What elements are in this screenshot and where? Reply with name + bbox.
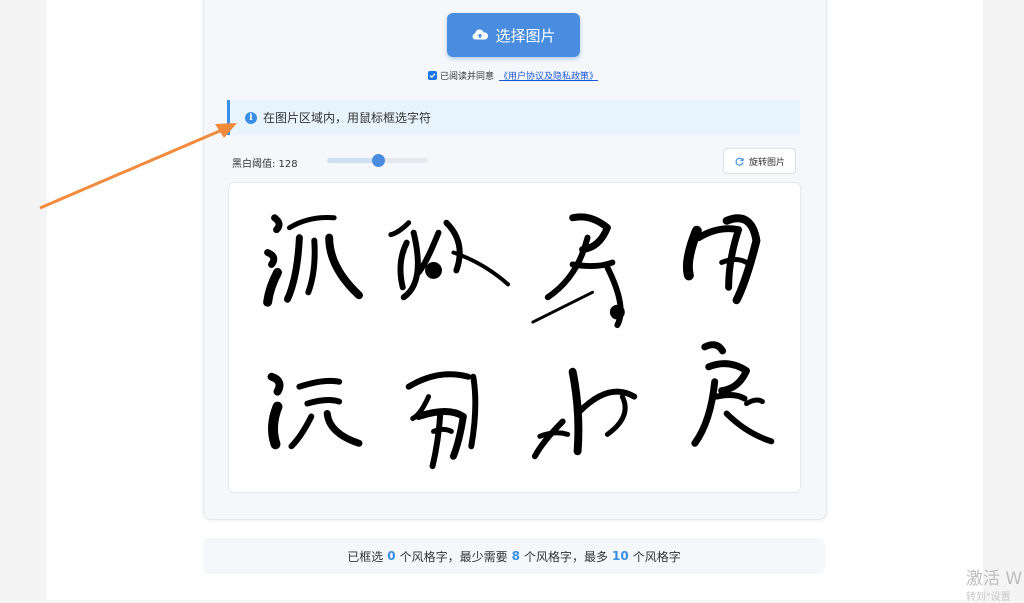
- calligraphy-glyph: [263, 214, 363, 307]
- info-icon: i: [245, 111, 257, 124]
- calligraphy-glyph: [267, 372, 363, 450]
- calligraphy-glyph: [388, 219, 511, 301]
- slider-thumb[interactable]: [372, 154, 385, 167]
- image-canvas[interactable]: [228, 182, 801, 493]
- tip-text: 在图片区域内，用鼠标框选字符: [263, 111, 432, 125]
- threshold-label: 黑白阈值: 128: [232, 159, 298, 170]
- calligraphy-glyph: [691, 341, 775, 447]
- calligraphy-glyph: [531, 367, 638, 460]
- rotate-image-button[interactable]: 旋转图片: [723, 148, 796, 174]
- agreement-row: 已阅读并同意 《用户协议及隐私政策》: [428, 68, 598, 82]
- calligraphy-glyph: [531, 213, 625, 329]
- agreement-text: 已阅读并同意: [440, 71, 495, 82]
- choose-image-button[interactable]: 选择图片: [447, 13, 580, 57]
- threshold-slider[interactable]: [327, 154, 428, 167]
- status-text-1: 已框选: [347, 549, 384, 564]
- choose-image-label: 选择图片: [495, 26, 556, 45]
- min-count: 8: [511, 549, 520, 563]
- instruction-tip: i 在图片区域内，用鼠标框选字符: [227, 100, 800, 135]
- calligraphy-glyph: [682, 214, 761, 305]
- windows-activation-watermark: 激活 W: [966, 569, 1023, 589]
- slider-fill: [327, 158, 378, 163]
- cloud-upload-icon: [473, 29, 489, 40]
- calligraphy-image: [263, 213, 775, 470]
- max-count: 10: [612, 549, 629, 563]
- status-text-4: 个风格字: [632, 549, 681, 564]
- status-text-2: 个风格字，最少需要: [399, 549, 508, 564]
- selection-status: 已框选 0 个风格字，最少需要 8 个风格字，最多 10 个风格字: [203, 538, 825, 574]
- status-text-3: 个风格字，最多: [524, 549, 609, 564]
- agreement-checkbox[interactable]: [428, 70, 437, 80]
- rotate-icon: [735, 157, 744, 166]
- selected-count: 0: [387, 549, 396, 563]
- agreement-link[interactable]: 《用户协议及隐私政策》: [499, 69, 598, 82]
- calligraphy-glyph: [405, 371, 479, 470]
- windows-activation-hint: 转到"设置: [966, 592, 1011, 603]
- rotate-label: 旋转图片: [748, 157, 785, 168]
